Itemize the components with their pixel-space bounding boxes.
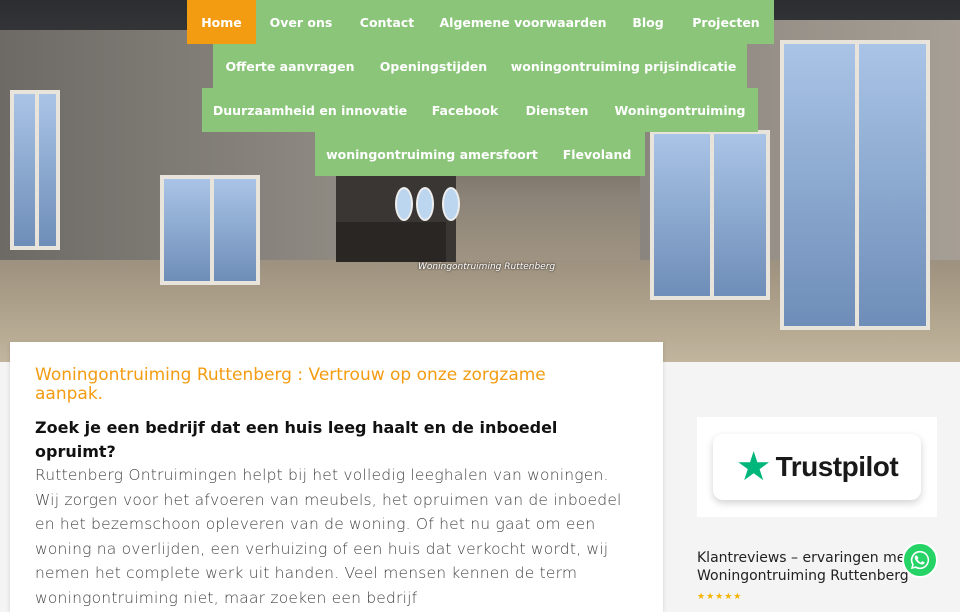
page-title: Woningontruiming Ruttenberg : Vertrouw o… (35, 365, 546, 404)
nav-item-projecten[interactable]: Projecten (678, 0, 774, 44)
nav-item-offerte-aanvragen[interactable]: Offerte aanvragen (213, 44, 367, 88)
review-title[interactable]: Klantreviews – ervaringen met Woningontr… (697, 549, 932, 585)
hero-counter (336, 222, 446, 262)
nav-item-duurzaamheid[interactable]: Duurzaamheid en innovatie (202, 88, 418, 132)
nav-item-over-ons[interactable]: Over ons (256, 0, 346, 44)
nav-item-flevoland[interactable]: Flevoland (549, 132, 645, 176)
hero-caption: Woningontruiming Ruttenberg (418, 262, 556, 272)
nav-item-woningontruiming[interactable]: Woningontruiming (602, 88, 758, 132)
hero-window (160, 175, 260, 285)
trustpilot-star-icon: ★ (735, 444, 772, 490)
hero-window (10, 90, 60, 250)
nav-item-contact[interactable]: Contact (346, 0, 428, 44)
nav-item-openingstijden[interactable]: Openingstijden (367, 44, 500, 88)
trustpilot-widget[interactable]: ★ Trustpilot (697, 417, 937, 517)
whatsapp-button[interactable] (902, 542, 938, 578)
trustpilot-logo-text: Trustpilot (775, 451, 899, 482)
content-card: Woningontruiming Ruttenberg : Vertrouw o… (10, 342, 663, 612)
nav-item-diensten[interactable]: Diensten (512, 88, 602, 132)
body-paragraph: Ruttenberg Ontruimingen helpt bij het vo… (35, 466, 622, 607)
hero-porthole-window (395, 187, 413, 221)
whatsapp-icon (910, 550, 930, 570)
hero-window (650, 130, 770, 300)
hero-window (780, 40, 930, 330)
hero-porthole-window (416, 187, 434, 221)
nav-item-facebook[interactable]: Facebook (418, 88, 512, 132)
nav-item-amersfoort[interactable]: woningontruiming amersfoort (315, 132, 549, 176)
section-heading: Zoek je een bedrijf dat een huis leeg ha… (35, 418, 558, 461)
nav-item-home[interactable]: Home (187, 0, 256, 44)
nav-item-blog[interactable]: Blog (618, 0, 678, 44)
nav-item-prijsindicatie[interactable]: woningontruiming prijsindicatie (500, 44, 747, 88)
nav-item-algemene-voorwaarden[interactable]: Algemene voorwaarden (428, 0, 618, 44)
trustpilot-badge: ★ Trustpilot (713, 434, 921, 500)
hero-porthole-window (442, 187, 460, 221)
review-stars: ★★★★★ (697, 592, 743, 602)
